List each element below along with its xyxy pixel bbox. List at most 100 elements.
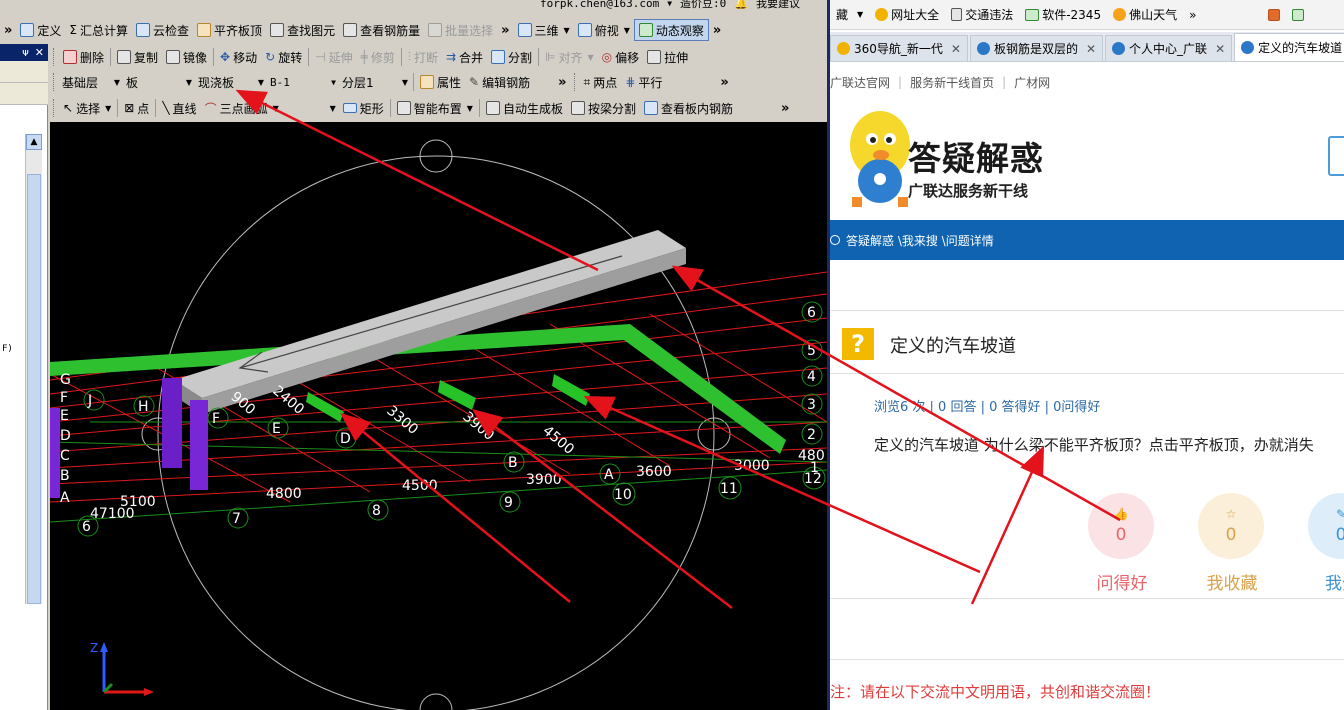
- favorite-button[interactable]: ☆ 0 我收藏: [1198, 493, 1266, 594]
- glodon-site-link[interactable]: 广联达官网: [830, 74, 890, 91]
- view-3d-button[interactable]: 三维 ▼: [514, 19, 574, 41]
- stretch-button[interactable]: 拉伸: [643, 46, 692, 68]
- bell-icon[interactable]: 🔔: [734, 0, 748, 10]
- dropdown-arrow-icon: ▼: [329, 103, 336, 113]
- close-icon[interactable]: ✕: [35, 46, 44, 59]
- rect-button[interactable]: 矩形: [339, 97, 388, 119]
- column: [162, 378, 182, 468]
- close-tab-icon[interactable]: ✕: [1215, 42, 1225, 56]
- toolbar-overflow-icon[interactable]: »: [554, 75, 570, 90]
- scrollbar-thumb[interactable]: [27, 174, 41, 604]
- beans-count: 造价豆:0: [680, 0, 727, 10]
- service-home-link[interactable]: 服务新干线首页: [910, 74, 994, 91]
- cloud-check-button[interactable]: 云检查: [132, 19, 193, 41]
- dropdown-arrow-icon[interactable]: ▼: [667, 0, 672, 8]
- tab-favicon-icon: [1112, 42, 1126, 55]
- more-favorites-icon[interactable]: »: [1183, 8, 1202, 22]
- toolbar-overflow-icon[interactable]: »: [709, 23, 725, 38]
- browser-tab-active[interactable]: 定义的汽车坡道: [1234, 33, 1344, 61]
- close-tab-icon[interactable]: ✕: [951, 42, 961, 56]
- close-tab-icon[interactable]: ✕: [1086, 42, 1096, 56]
- align-button[interactable]: ⊫ 对齐 ▼: [541, 46, 598, 68]
- two-points-icon: ⌗: [583, 74, 591, 89]
- brand: 答疑解惑 广联达服务新干线: [908, 140, 1044, 201]
- share-button[interactable]: ✎ 0 我分: [1308, 493, 1344, 594]
- reader-icon[interactable]: [1286, 8, 1310, 21]
- smart-layout-icon: [396, 101, 411, 115]
- properties-button[interactable]: 属性: [416, 71, 465, 93]
- sum-calc-button[interactable]: Σ 汇总计算: [65, 19, 132, 41]
- axis-label: H: [138, 399, 149, 415]
- 3d-viewport[interactable]: J H F E D 6 7 8 9 10 11 12 G F E D C B A…: [50, 122, 827, 710]
- share-icon: ✎: [1335, 507, 1344, 521]
- break-button[interactable]: ⫶ 打断: [404, 46, 442, 68]
- dock-scrollbar[interactable]: ▲: [25, 134, 42, 604]
- browser-tab[interactable]: 个人中心_广联 ✕: [1105, 35, 1233, 61]
- toolbar-overflow-icon[interactable]: »: [497, 23, 513, 38]
- pin-icon[interactable]: ᴪ: [22, 46, 29, 59]
- favorites-lead[interactable]: 藏 ▼: [830, 6, 869, 23]
- sublayer-select[interactable]: 分层1 ▼: [339, 72, 411, 92]
- material-site-link[interactable]: 广材网: [1014, 74, 1050, 91]
- favorite-link[interactable]: 网址大全: [869, 6, 945, 23]
- offset-button[interactable]: ◎ 偏移: [598, 46, 644, 68]
- right-axis-label: 5: [807, 343, 816, 359]
- rotate-button[interactable]: ↻ 旋转: [261, 46, 306, 68]
- top-view-button[interactable]: 俯视 ▼: [574, 19, 634, 41]
- find-element-button[interactable]: 查找图元: [266, 19, 339, 41]
- delete-button[interactable]: 删除: [59, 46, 108, 68]
- toolbar-overflow-icon[interactable]: »: [777, 101, 793, 116]
- two-points-button[interactable]: ⌗ 两点: [580, 71, 622, 93]
- view-slab-rebar-button[interactable]: 查看板内钢筋: [640, 97, 737, 119]
- extend-button[interactable]: ⊣ 延伸: [311, 46, 356, 68]
- account-email[interactable]: forpk.chen@163.com: [540, 0, 659, 10]
- dynamic-observe-button[interactable]: 动态观察: [633, 19, 709, 41]
- element-name-select[interactable]: B-1 ▼: [267, 72, 339, 92]
- right-axis-label: 6: [807, 305, 816, 321]
- breadcrumb-text[interactable]: 答疑解惑 \我来搜 \问题详情: [846, 232, 994, 249]
- split-button[interactable]: 分割: [487, 46, 536, 68]
- element-subtype-select[interactable]: 现浇板 ▼: [195, 72, 267, 92]
- smart-layout-button[interactable]: 智能布置 ▼: [393, 97, 477, 119]
- flush-slab-top-button[interactable]: 平齐板顶: [193, 19, 266, 41]
- axis-label: 9: [504, 495, 513, 511]
- search-box[interactable]: [1328, 136, 1344, 176]
- row-label: B: [60, 468, 70, 484]
- view-rebar-qty-button[interactable]: 查看钢筋量: [339, 19, 424, 41]
- browser-tab[interactable]: 板钢筋是双层的 ✕: [969, 35, 1104, 61]
- tab-favicon-icon: [837, 42, 850, 55]
- scroll-up-icon[interactable]: ▲: [26, 134, 42, 150]
- merge-button[interactable]: ⇉ 合并: [442, 46, 487, 68]
- parallel-button[interactable]: ⋕ 平行: [621, 71, 666, 93]
- draw-mode-select[interactable]: ▼: [282, 98, 339, 118]
- trim-button[interactable]: ╪ 修剪: [357, 46, 399, 68]
- select-button[interactable]: ↖ 选择 ▼: [59, 97, 115, 119]
- batch-select-button[interactable]: 批量选择: [424, 19, 497, 41]
- favorite-link[interactable]: 佛山天气: [1107, 6, 1183, 23]
- apps-grid-icon[interactable]: [1262, 8, 1286, 21]
- move-button[interactable]: ✥ 移动: [216, 46, 261, 68]
- good-question-button[interactable]: 👍 0 问得好: [1088, 493, 1156, 594]
- brand-title: 答疑解惑: [908, 139, 1044, 178]
- midspan-label: B: [508, 455, 518, 471]
- split-by-beam-button[interactable]: 按梁分割: [567, 97, 640, 119]
- civility-notice: 注：请在以下交流中文明用语，共创和谐交流圈！: [830, 683, 1161, 701]
- favorite-link[interactable]: 软件-2345: [1019, 6, 1107, 23]
- auto-slab-button[interactable]: 自动生成板: [482, 97, 567, 119]
- element-type-select[interactable]: 板 ▼: [123, 72, 195, 92]
- point-button[interactable]: ⊠ 点: [120, 97, 153, 119]
- feedback-link[interactable]: 我要建议: [756, 0, 800, 10]
- edit-rebar-button[interactable]: ✎ 编辑钢筋: [465, 71, 534, 93]
- toolbar-overflow-icon[interactable]: »: [0, 23, 16, 38]
- arc-button[interactable]: ⌒ 三点画弧 ▼: [201, 97, 283, 119]
- copy-button[interactable]: 复制: [113, 46, 162, 68]
- favorite-link[interactable]: 交通违法: [945, 6, 1019, 23]
- layer-select[interactable]: 基础层 ▼: [59, 72, 123, 92]
- line-button[interactable]: ╲ 直线: [158, 97, 200, 119]
- browser-tab[interactable]: 360导航_新一代 ✕: [830, 35, 968, 61]
- define-button[interactable]: 定义: [16, 19, 65, 41]
- dropdown-arrow-icon: ▼: [185, 77, 192, 87]
- dropdown-arrow-icon: ▼: [113, 77, 120, 87]
- mirror-button[interactable]: 镜像: [162, 46, 211, 68]
- toolbar-overflow-icon[interactable]: »: [716, 75, 732, 90]
